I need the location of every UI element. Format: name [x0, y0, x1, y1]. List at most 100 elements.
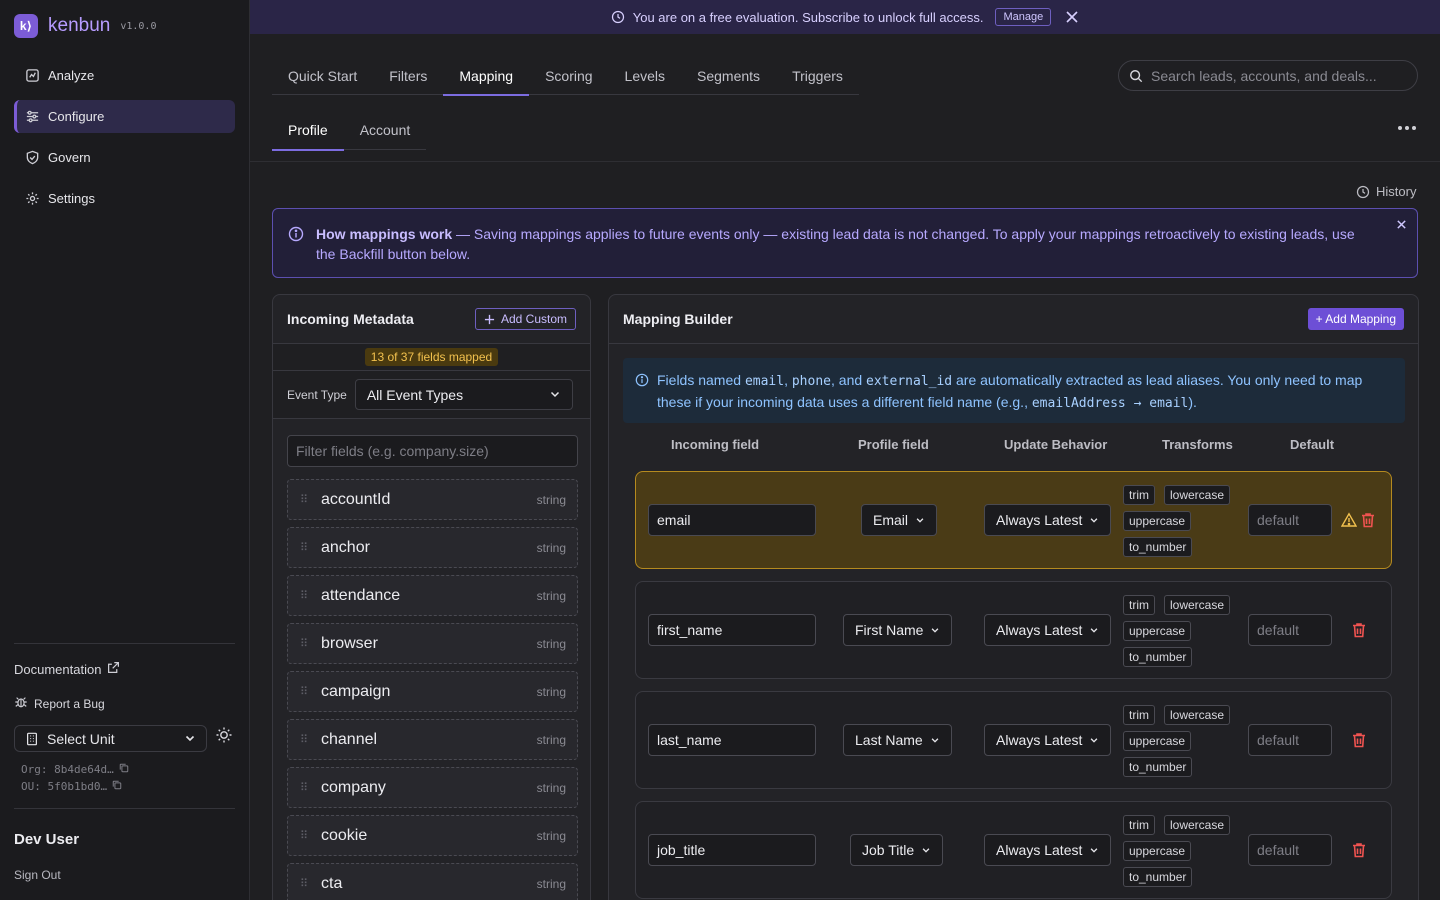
sidebar-item-settings[interactable]: Settings: [14, 182, 235, 215]
report-bug-link[interactable]: Report a Bug: [14, 695, 105, 712]
drag-handle-icon[interactable]: ⠿: [300, 877, 321, 890]
update-behavior-select[interactable]: Always Latest: [984, 724, 1112, 756]
tab-filters[interactable]: Filters: [373, 59, 443, 95]
documentation-link[interactable]: Documentation: [14, 661, 120, 677]
drag-handle-icon[interactable]: ⠿: [300, 685, 321, 698]
list-item[interactable]: ⠿ cookie string: [287, 815, 578, 856]
list-item[interactable]: ⠿ cta string: [287, 863, 578, 900]
list-item[interactable]: ⠿ company string: [287, 767, 578, 808]
mapping-builder-panel: Mapping Builder + Add Mapping Fields nam…: [608, 294, 1419, 900]
drag-handle-icon[interactable]: ⠿: [300, 493, 321, 506]
app-version: v1.0.0: [120, 20, 157, 32]
tab-scoring[interactable]: Scoring: [529, 59, 608, 95]
field-filter-input[interactable]: [287, 435, 578, 467]
sign-out-link[interactable]: Sign Out: [14, 868, 61, 882]
mapped-count-badge: 13 of 37 fields mapped: [364, 348, 499, 366]
list-item[interactable]: ⠿ browser string: [287, 623, 578, 664]
list-item[interactable]: ⠿ attendance string: [287, 575, 578, 616]
transform-chip-trim[interactable]: trim: [1123, 705, 1155, 725]
transform-chip-to-number[interactable]: to_number: [1123, 757, 1193, 777]
transform-chip-to-number[interactable]: to_number: [1123, 867, 1193, 887]
transform-chip-lowercase[interactable]: lowercase: [1164, 705, 1231, 725]
tab-levels[interactable]: Levels: [609, 59, 681, 95]
sidebar-item-govern[interactable]: Govern: [14, 141, 235, 174]
drag-handle-icon[interactable]: ⠿: [300, 589, 321, 602]
transform-chip-lowercase[interactable]: lowercase: [1164, 485, 1231, 505]
field-name: channel: [321, 730, 378, 748]
transform-chip-to-number[interactable]: to_number: [1123, 647, 1193, 667]
manage-button[interactable]: Manage: [995, 8, 1052, 26]
incoming-field-input[interactable]: email: [648, 504, 816, 536]
global-search[interactable]: [1118, 60, 1418, 91]
search-input[interactable]: [1151, 67, 1401, 84]
history-button[interactable]: History: [1356, 184, 1416, 199]
drag-handle-icon[interactable]: ⠿: [300, 781, 321, 794]
transform-chip-lowercase[interactable]: lowercase: [1164, 815, 1231, 835]
field-list: ⠿ accountId string ⠿ anchor string ⠿ attendan…: [287, 479, 578, 900]
drag-handle-icon[interactable]: ⠿: [300, 829, 321, 842]
transform-chip-lowercase[interactable]: lowercase: [1164, 595, 1231, 615]
default-input[interactable]: default: [1248, 724, 1332, 756]
list-item[interactable]: ⠿ anchor string: [287, 527, 578, 568]
transform-chip-trim[interactable]: trim: [1123, 485, 1155, 505]
copy-icon[interactable]: [119, 763, 129, 776]
default-input[interactable]: default: [1248, 614, 1332, 646]
add-custom-button[interactable]: Add Custom: [474, 308, 576, 330]
list-item[interactable]: ⠿ accountId string: [287, 479, 578, 520]
default-input[interactable]: default: [1248, 504, 1332, 536]
info-icon: [288, 226, 304, 247]
profile-field-select[interactable]: Job Title: [850, 834, 944, 866]
incoming-field-input[interactable]: first_name: [648, 614, 816, 646]
default-input[interactable]: default: [1248, 834, 1332, 866]
transform-chip-uppercase[interactable]: uppercase: [1123, 841, 1192, 861]
transform-chip-trim[interactable]: trim: [1123, 815, 1155, 835]
profile-field-select[interactable]: Last Name: [843, 724, 952, 756]
sidebar-item-analyze[interactable]: Analyze: [14, 59, 235, 92]
event-type-select[interactable]: All Event Types: [354, 379, 573, 410]
incoming-field-input[interactable]: job_title: [648, 834, 816, 866]
incoming-field-input[interactable]: last_name: [648, 724, 816, 756]
unit-select[interactable]: Select Unit: [14, 725, 207, 752]
theme-toggle-sun-icon[interactable]: [215, 726, 233, 747]
field-name: accountId: [321, 490, 391, 508]
profile-field-select[interactable]: First Name: [843, 614, 953, 646]
transform-chip-to-number[interactable]: to_number: [1123, 537, 1193, 557]
trash-icon[interactable]: [1350, 841, 1368, 862]
tab-triggers[interactable]: Triggers: [776, 59, 859, 95]
trash-icon[interactable]: [1359, 511, 1377, 532]
chevron-down-icon: [184, 731, 196, 747]
tab-account[interactable]: Account: [344, 113, 427, 150]
profile-field-select[interactable]: Email: [861, 504, 938, 536]
evaluation-banner: You are on a free evaluation. Subscribe …: [250, 0, 1440, 34]
update-behavior-select[interactable]: Always Latest: [984, 504, 1112, 536]
close-icon[interactable]: [1396, 215, 1407, 235]
trash-icon[interactable]: [1350, 731, 1368, 752]
tab-segments[interactable]: Segments: [681, 59, 776, 95]
drag-handle-icon[interactable]: ⠿: [300, 733, 321, 746]
close-icon[interactable]: [1065, 10, 1079, 24]
tab-quick-start[interactable]: Quick Start: [272, 59, 373, 95]
list-item[interactable]: ⠿ campaign string: [287, 671, 578, 712]
transform-chip-uppercase[interactable]: uppercase: [1123, 621, 1192, 641]
transform-chip-uppercase[interactable]: uppercase: [1123, 511, 1192, 531]
tab-mapping[interactable]: Mapping: [443, 59, 529, 96]
copy-icon[interactable]: [112, 780, 122, 793]
transform-chip-uppercase[interactable]: uppercase: [1123, 731, 1192, 751]
field-name: company: [321, 778, 386, 796]
alias-text: Fields named: [657, 372, 745, 388]
drag-handle-icon[interactable]: ⠿: [300, 541, 321, 554]
transform-chip-trim[interactable]: trim: [1123, 595, 1155, 615]
add-mapping-button[interactable]: + Add Mapping: [1307, 308, 1404, 330]
info-text: — Saving mappings applies to future even…: [316, 226, 1355, 262]
more-options-icon[interactable]: [1398, 126, 1416, 130]
sidebar-item-configure[interactable]: Configure: [14, 100, 235, 133]
alias-code: email: [744, 374, 785, 389]
trash-icon[interactable]: [1350, 621, 1368, 642]
field-name: attendance: [321, 586, 401, 604]
update-behavior-select[interactable]: Always Latest: [984, 614, 1112, 646]
brand[interactable]: k⟩ kenbun v1.0.0: [14, 14, 156, 38]
tab-profile[interactable]: Profile: [272, 113, 344, 151]
drag-handle-icon[interactable]: ⠿: [300, 637, 321, 650]
list-item[interactable]: ⠿ channel string: [287, 719, 578, 760]
update-behavior-select[interactable]: Always Latest: [984, 834, 1112, 866]
